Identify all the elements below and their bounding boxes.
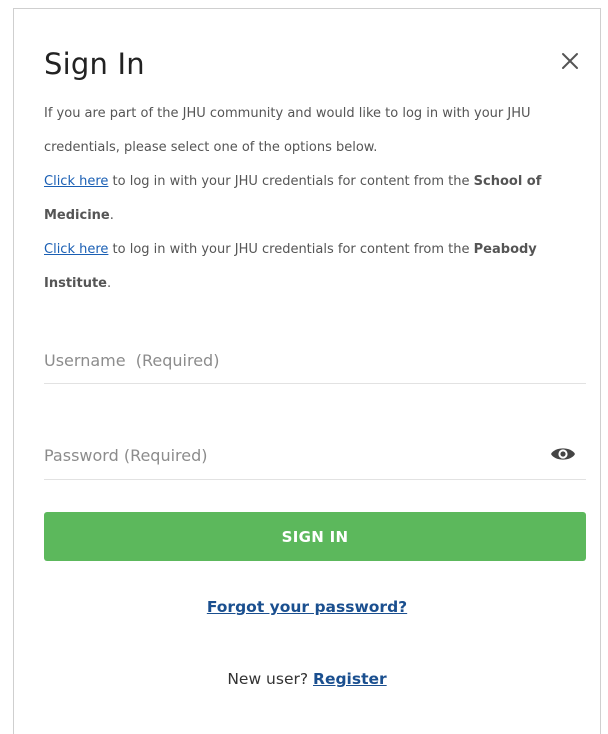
som-period: . [109, 208, 114, 223]
password-input[interactable] [44, 443, 524, 467]
sign-in-dialog: Sign In If you are part of the JHU commu… [13, 8, 601, 734]
peabody-login-link[interactable]: Click here [44, 242, 108, 257]
forgot-password-row: Forgot your password? [14, 598, 600, 616]
sign-in-button[interactable]: SIGN IN [44, 512, 586, 561]
eye-icon[interactable] [550, 445, 576, 463]
peabody-text: to log in with your JHU credentials for … [108, 242, 474, 257]
username-field-wrapper [44, 343, 586, 384]
intro-line: If you are part of the JHU community and… [44, 106, 531, 155]
peabody-period: . [107, 276, 112, 291]
username-input[interactable] [44, 348, 524, 372]
som-login-link[interactable]: Click here [44, 174, 108, 189]
som-text: to log in with your JHU credentials for … [108, 174, 474, 189]
page-title: Sign In [44, 47, 145, 81]
peabody-line: Click here to log in with your JHU crede… [44, 233, 589, 301]
som-line: Click here to log in with your JHU crede… [44, 165, 589, 233]
intro-text: If you are part of the JHU community and… [44, 97, 589, 301]
new-user-row: New user? Register [14, 670, 600, 688]
close-icon[interactable] [558, 49, 582, 73]
password-field-wrapper [44, 439, 586, 480]
new-user-text: New user? [227, 670, 314, 688]
register-link[interactable]: Register [313, 670, 387, 688]
forgot-password-link[interactable]: Forgot your password? [207, 598, 407, 616]
